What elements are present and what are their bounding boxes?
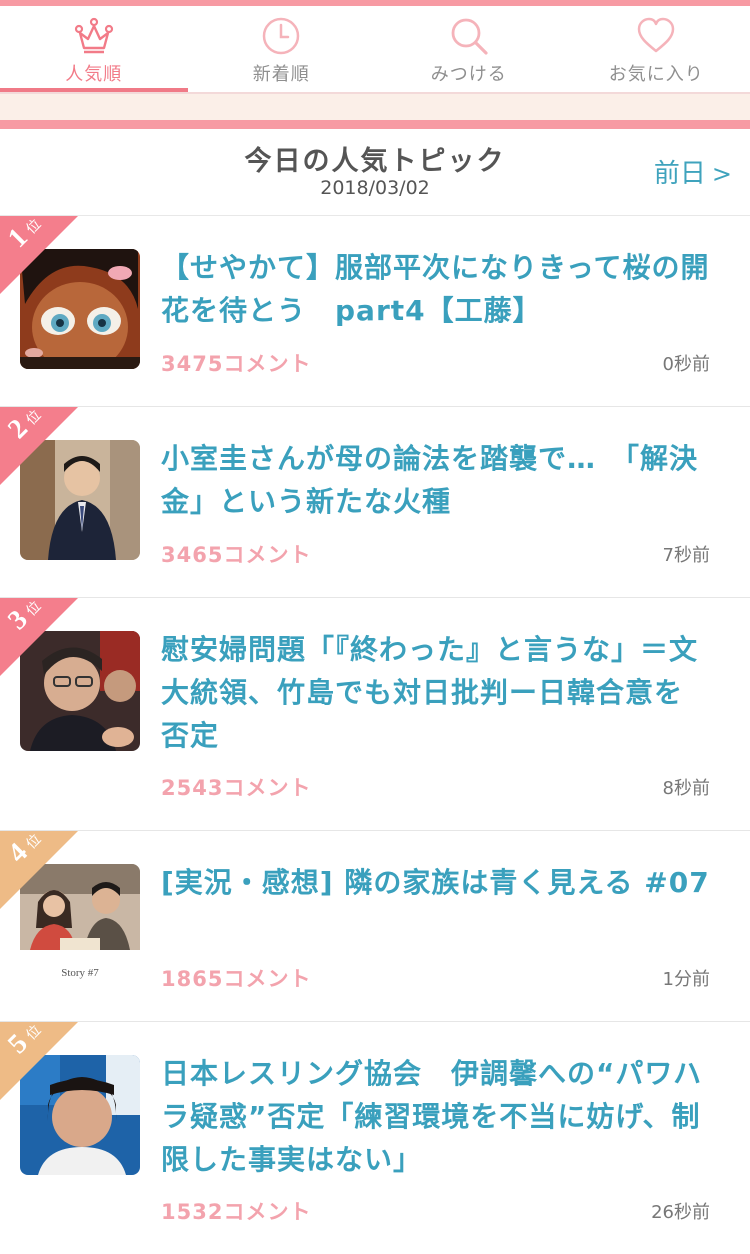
prev-day-link[interactable]: 前日> xyxy=(654,153,732,190)
elapsed-time: 7秒前 xyxy=(663,541,710,567)
header-spacer xyxy=(0,94,750,120)
comment-count: 3475コメント xyxy=(161,348,311,378)
elapsed-time: 0秒前 xyxy=(663,350,710,376)
topic-title[interactable]: 【せやかて】服部平次になりきって桜の開花を待とう part4【工藤】 xyxy=(161,246,710,332)
topic-row[interactable]: 3 位 慰安婦問題「『終わった』と言うな」＝文大統領、竹島でも対日批判ー日韓合意… xyxy=(0,598,750,831)
topic-title[interactable]: 日本レスリング協会 伊調馨への“パワハラ疑惑”否定「練習環境を不当に妨げ、制限し… xyxy=(161,1052,710,1181)
topic-row[interactable]: 4 位 Story #7 [実況・感想] 隣の家族は青く見える #07 1865… xyxy=(0,831,750,1022)
tab-bar: 人気順 新着順 みつける お気に入り xyxy=(0,6,750,94)
elapsed-time: 26秒前 xyxy=(651,1198,710,1224)
page-title: 今日の人気トピック xyxy=(0,139,750,178)
tab-newest-label: 新着順 xyxy=(253,60,310,86)
heart-icon xyxy=(636,16,676,56)
comment-count: 2543コメント xyxy=(161,772,311,802)
tab-popular[interactable]: 人気順 xyxy=(0,6,188,94)
elapsed-time: 8秒前 xyxy=(663,774,710,800)
prev-day-label: 前日 xyxy=(654,159,706,189)
topic-title[interactable]: 小室圭さんが母の論法を踏襲で… 「解決金」という新たな火種 xyxy=(161,437,710,523)
tab-popular-label: 人気順 xyxy=(65,60,122,86)
comment-count: 1532コメント xyxy=(161,1196,311,1226)
comment-count: 3465コメント xyxy=(161,539,311,569)
topic-row[interactable]: 5 位 日本レスリング協会 伊調馨への“パワハラ疑惑”否定「練習環境を不当に妨げ… xyxy=(0,1022,750,1254)
topic-row[interactable]: 2 位 小室圭さんが母の論法を踏襲で… 「解決金」という新たな火種 3465コメ… xyxy=(0,407,750,598)
elapsed-time: 1分前 xyxy=(663,965,710,991)
topic-title[interactable]: [実況・感想] 隣の家族は青く見える #07 xyxy=(161,861,710,904)
topic-list: 1 位 【せやかて】服部平次になりきって桜の開花を待とう part4【工藤】 3… xyxy=(0,216,750,1254)
clock-icon xyxy=(261,16,301,56)
rank-ribbon: 1 位 xyxy=(0,216,78,294)
rank-ribbon: 3 位 xyxy=(0,598,78,676)
search-icon xyxy=(449,16,489,56)
tab-discover-label: みつける xyxy=(431,60,507,86)
ranking-header: 今日の人気トピック 2018/03/02 前日> xyxy=(0,129,750,216)
topic-row[interactable]: 1 位 【せやかて】服部平次になりきって桜の開花を待とう part4【工藤】 3… xyxy=(0,216,750,407)
rank-ribbon: 4 位 xyxy=(0,831,78,909)
tab-favorites[interactable]: お気に入り xyxy=(563,6,750,94)
tab-discover[interactable]: みつける xyxy=(375,6,563,94)
tab-favorites-label: お気に入り xyxy=(609,60,704,86)
topic-title[interactable]: 慰安婦問題「『終わった』と言うな」＝文大統領、竹島でも対日批判ー日韓合意を否定 xyxy=(161,628,710,757)
pink-divider-bar xyxy=(0,120,750,129)
comment-count: 1865コメント xyxy=(161,963,311,993)
tab-newest[interactable]: 新着順 xyxy=(188,6,376,94)
rank-ribbon: 2 位 xyxy=(0,407,78,485)
page-date: 2018/03/02 xyxy=(0,177,750,199)
rank-ribbon: 5 位 xyxy=(0,1022,78,1100)
thumbnail-caption: Story #7 xyxy=(61,967,99,979)
crown-icon xyxy=(74,16,114,56)
chevron-right-icon: > xyxy=(712,160,732,188)
